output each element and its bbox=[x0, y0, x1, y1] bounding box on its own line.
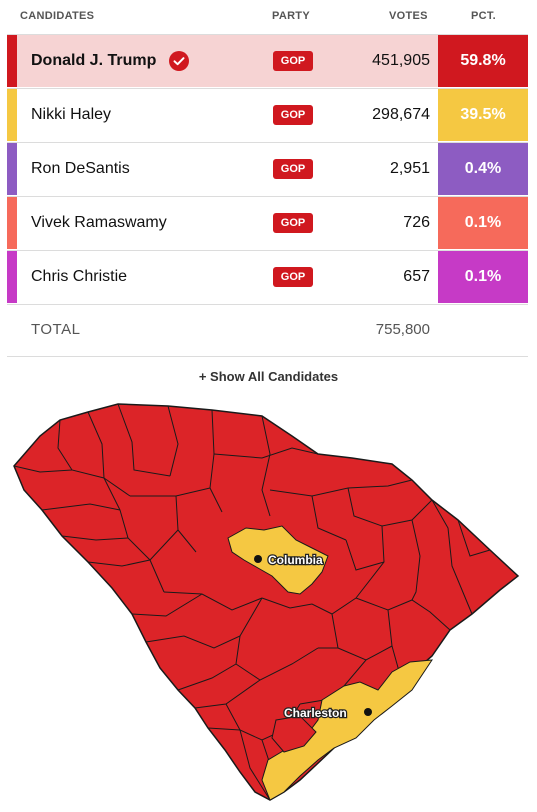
city-label: Columbia bbox=[268, 553, 323, 567]
party-column-header: PARTY bbox=[272, 10, 310, 22]
candidate-pct: 0.1% bbox=[438, 251, 528, 303]
candidate-name: Chris Christie bbox=[31, 268, 128, 285]
party-badge: GOP bbox=[273, 267, 313, 287]
candidate-name: Nikki Haley bbox=[31, 106, 112, 123]
candidate-votes: 657 bbox=[403, 268, 430, 285]
candidate-row: Vivek Ramaswamy GOP 726 0.1% bbox=[7, 196, 528, 249]
candidate-row: Chris Christie GOP 657 0.1% bbox=[7, 250, 528, 303]
candidate-color-stripe bbox=[7, 143, 17, 195]
candidate-color-stripe bbox=[7, 251, 17, 303]
candidate-pct: 0.4% bbox=[438, 143, 528, 195]
winner-check-icon bbox=[169, 51, 189, 71]
candidates-column-header: CANDIDATES bbox=[20, 10, 95, 22]
party-badge: GOP bbox=[273, 51, 313, 71]
candidate-pct: 39.5% bbox=[438, 89, 528, 141]
candidate-votes: 2,951 bbox=[389, 160, 430, 177]
candidate-votes: 451,905 bbox=[372, 52, 430, 69]
show-all-candidates-button[interactable]: + Show All Candidates bbox=[0, 369, 537, 384]
candidate-color-stripe bbox=[7, 89, 17, 141]
state-outline bbox=[13, 403, 520, 801]
pct-column-header: PCT. bbox=[471, 10, 497, 22]
city-label: Charleston bbox=[284, 706, 347, 720]
candidate-name: Donald J. Trump bbox=[31, 52, 157, 69]
candidate-name: Ron DeSantis bbox=[31, 160, 130, 177]
votes-column-header: VOTES bbox=[389, 10, 428, 22]
party-badge: GOP bbox=[273, 213, 313, 233]
candidate-name: Vivek Ramaswamy bbox=[31, 214, 167, 231]
candidate-votes: 726 bbox=[403, 214, 430, 231]
total-label: TOTAL bbox=[31, 321, 81, 338]
columbia-marker-icon bbox=[254, 555, 262, 563]
candidate-color-stripe bbox=[7, 35, 17, 87]
total-row: TOTAL 755,800 bbox=[7, 304, 528, 357]
party-badge: GOP bbox=[273, 105, 313, 125]
candidate-color-stripe bbox=[7, 197, 17, 249]
county-results-map[interactable]: Columbia Charleston bbox=[0, 395, 537, 807]
candidate-row: Nikki Haley GOP 298,674 39.5% bbox=[7, 88, 528, 141]
candidate-pct: 0.1% bbox=[438, 197, 528, 249]
results-table-header: CANDIDATES PARTY VOTES PCT. bbox=[0, 0, 537, 34]
charleston-marker-icon bbox=[364, 708, 372, 716]
candidate-votes: 298,674 bbox=[372, 106, 430, 123]
candidate-pct: 59.8% bbox=[438, 35, 528, 87]
total-votes: 755,800 bbox=[375, 321, 430, 338]
party-badge: GOP bbox=[273, 159, 313, 179]
candidate-row: Ron DeSantis GOP 2,951 0.4% bbox=[7, 142, 528, 195]
candidate-row: Donald J. Trump GOP 451,905 59.8% bbox=[7, 34, 528, 87]
